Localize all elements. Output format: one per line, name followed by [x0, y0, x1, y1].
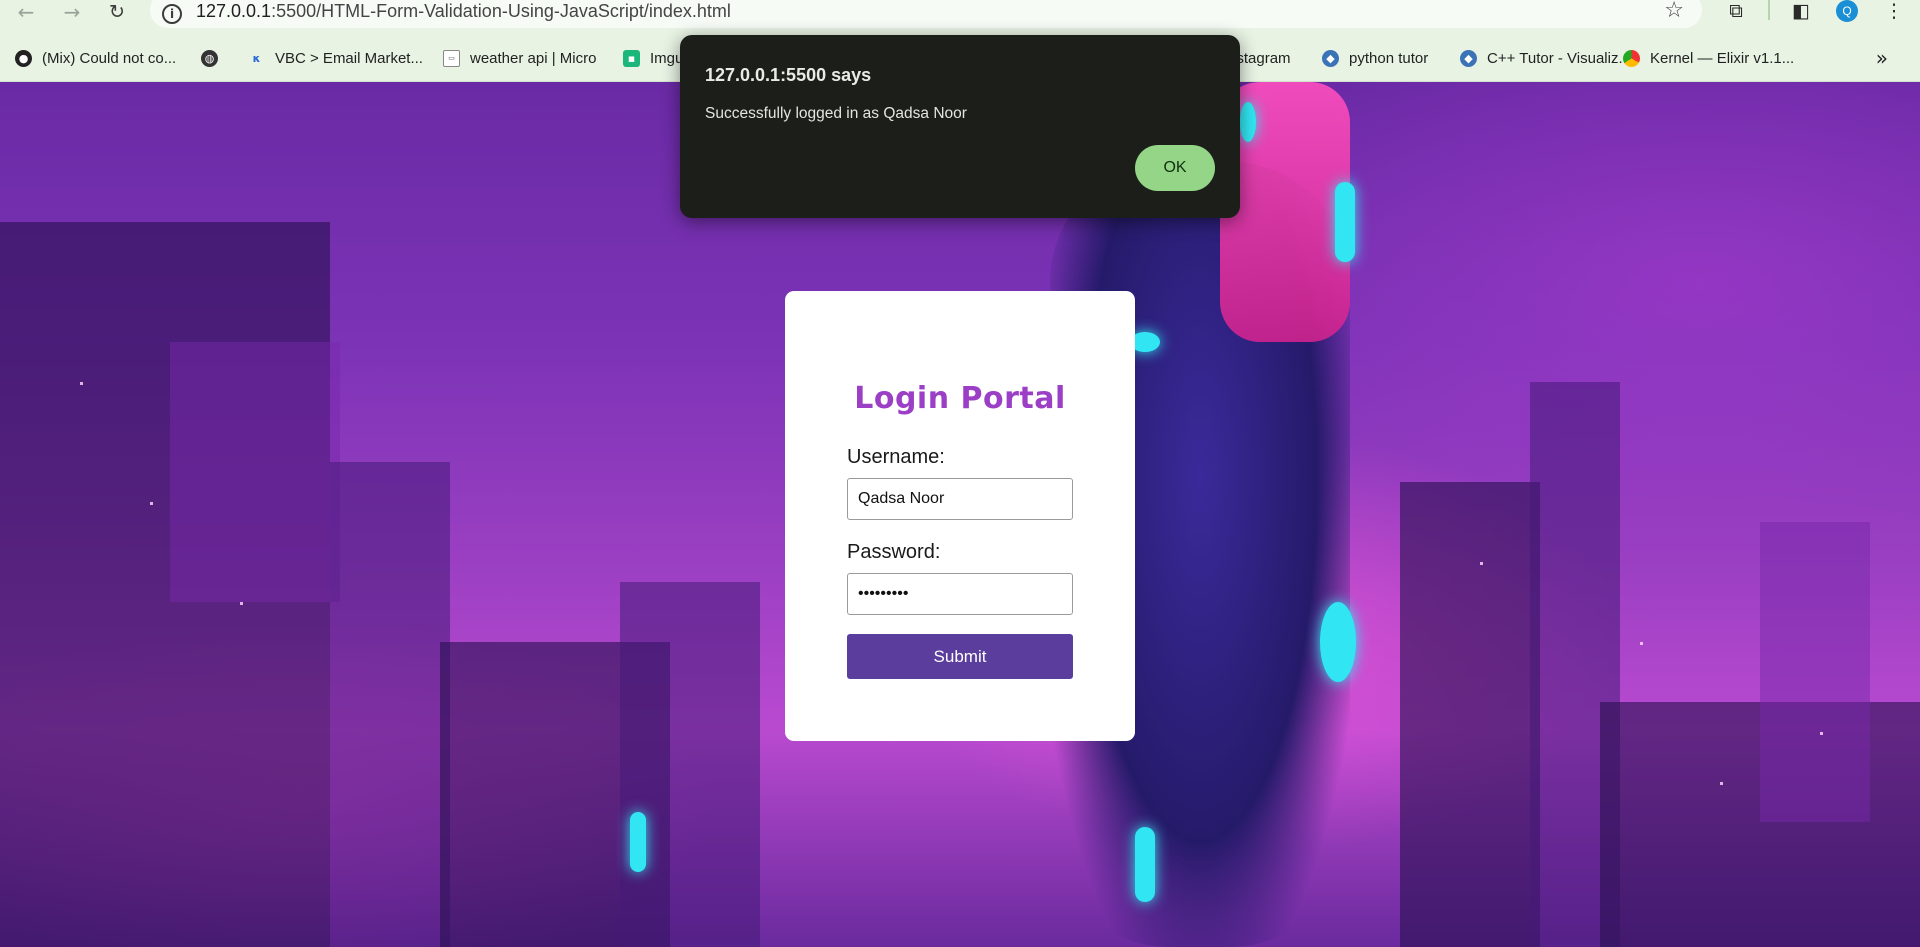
- alert-dialog: 127.0.0.1:5500 says Successfully logged …: [680, 35, 1240, 218]
- python-icon: ◆: [1322, 49, 1339, 67]
- bookmark-item[interactable]: ● (Mix) Could not co...: [15, 46, 176, 70]
- url-text[interactable]: 127.0.0.1:5500/HTML-Form-Validation-Usin…: [196, 1, 731, 22]
- ok-button[interactable]: OK: [1135, 145, 1215, 191]
- profile-avatar[interactable]: Q: [1836, 0, 1858, 22]
- bookmark-item[interactable]: ◍: [201, 46, 228, 70]
- bookmark-item[interactable]: ◆ C++ Tutor - Visualiz...: [1460, 46, 1631, 70]
- bookmark-item[interactable]: ▪ Imgu: [623, 46, 683, 70]
- submit-button[interactable]: Submit: [847, 634, 1073, 679]
- url-path: :5500/HTML-Form-Validation-Using-JavaScr…: [271, 1, 731, 21]
- extensions-icon[interactable]: ⧉: [1722, 0, 1750, 22]
- site-info-icon[interactable]: i: [162, 4, 182, 24]
- imgur-icon: ▪: [623, 49, 640, 67]
- password-input[interactable]: [847, 573, 1073, 615]
- bookmark-label: C++ Tutor - Visualiz...: [1487, 49, 1631, 67]
- password-label: Password:: [847, 541, 941, 563]
- bookmark-star-icon[interactable]: ☆: [1664, 0, 1684, 23]
- toolbar-divider: [1768, 0, 1770, 20]
- globe-icon: ◍: [201, 49, 218, 67]
- bookmark-label: VBC > Email Market...: [275, 49, 423, 67]
- menu-kebab-icon[interactable]: ⋮: [1880, 0, 1908, 22]
- url-host: 127.0.0.1: [196, 1, 272, 21]
- bookmark-item[interactable]: Kernel — Elixir v1.1...: [1623, 46, 1794, 70]
- login-card: Login Portal Username: Password: Submit: [785, 291, 1135, 741]
- bookmark-label: (Mix) Could not co...: [42, 49, 177, 67]
- dialog-title: 127.0.0.1:5500 says: [705, 65, 872, 85]
- bookmark-item[interactable]: ◆ python tutor: [1322, 46, 1428, 70]
- bookmark-label: weather api | Micro: [470, 49, 597, 67]
- login-title: Login Portal: [854, 381, 1066, 416]
- side-panel-icon[interactable]: ◧: [1787, 0, 1815, 22]
- bookmark-item[interactable]: κ VBC > Email Market...: [248, 46, 423, 70]
- back-arrow-icon[interactable]: ←: [12, 0, 40, 24]
- bookmark-label: python tutor: [1349, 49, 1429, 67]
- more-bookmarks-chevron-icon[interactable]: »: [1876, 46, 1888, 70]
- dialog-message: Successfully logged in as Qadsa Noor: [705, 105, 967, 122]
- bookmark-label: Imgu: [650, 49, 684, 67]
- vbc-icon: κ: [252, 51, 261, 65]
- bookmark-label: Kernel — Elixir v1.1...: [1650, 49, 1795, 67]
- reload-icon[interactable]: ↻: [103, 0, 131, 24]
- forward-arrow-icon[interactable]: →: [58, 0, 86, 24]
- python-icon: ◆: [1460, 49, 1477, 67]
- bookmark-item[interactable]: ▭ weather api | Micro: [443, 46, 596, 70]
- browser-toolbar: ← → ↻ i 127.0.0.1:5500/HTML-Form-Validat…: [0, 0, 1920, 34]
- address-bar[interactable]: i 127.0.0.1:5500/HTML-Form-Validation-Us…: [150, 0, 1702, 28]
- github-icon: ●: [15, 49, 32, 67]
- weather-api-icon: ▭: [443, 49, 460, 67]
- username-label: Username:: [847, 446, 945, 468]
- chrome-icon: [1623, 49, 1640, 67]
- username-input[interactable]: [847, 478, 1073, 520]
